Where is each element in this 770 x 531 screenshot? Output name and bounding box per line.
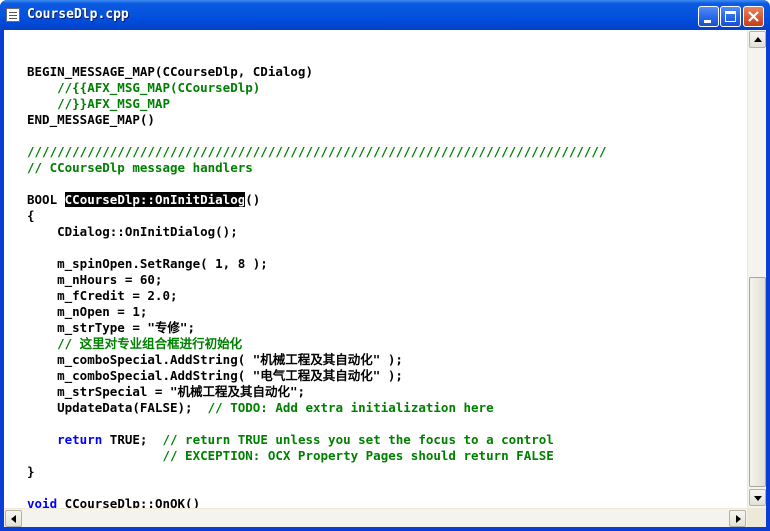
code-line[interactable]: m_nOpen = 1; xyxy=(27,304,147,320)
code-line[interactable]: return TRUE; // return TRUE unless you s… xyxy=(27,432,554,448)
scrollbar-corner xyxy=(747,508,766,527)
minimize-icon xyxy=(704,20,711,23)
code-line[interactable]: void CCourseDlp::OnOK() xyxy=(27,496,200,508)
client-area: BEGIN_MESSAGE_MAP(CCourseDlp, CDialog) /… xyxy=(4,30,766,527)
code-text: BOOL xyxy=(27,192,65,207)
code-line[interactable]: CDialog::OnInitDialog(); xyxy=(27,224,238,240)
arrow-left-icon xyxy=(11,515,16,523)
scroll-up-button[interactable] xyxy=(749,31,766,48)
title-bar[interactable]: CourseDlp.cpp xyxy=(0,0,770,30)
scroll-left-button[interactable] xyxy=(5,510,22,527)
editor-window: CourseDlp.cpp BEGIN_MESSAGE_MAP(CCourseD… xyxy=(0,0,770,531)
code-line[interactable]: UpdateData(FALSE); // TODO: Add extra in… xyxy=(27,400,494,416)
vertical-scrollbar[interactable] xyxy=(747,30,766,508)
code-line[interactable]: m_nHours = 60; xyxy=(27,272,162,288)
code-line[interactable]: ////////////////////////////////////////… xyxy=(27,144,606,160)
code-line[interactable]: // EXCEPTION: OCX Property Pages should … xyxy=(27,448,553,464)
code-line[interactable]: // CCourseDlp message handlers xyxy=(27,160,253,176)
code-line[interactable]: //}}AFX_MSG_MAP xyxy=(27,96,170,112)
horizontal-scrollbar[interactable] xyxy=(4,508,747,527)
code-line[interactable]: { xyxy=(27,208,35,224)
code-text: CCourseDlp::OnOK() xyxy=(57,496,201,508)
code-keyword: void xyxy=(27,496,58,508)
scroll-right-button[interactable] xyxy=(729,510,746,527)
code-line[interactable]: // 这里对专业组合框进行初始化 xyxy=(27,336,242,352)
code-line[interactable]: } xyxy=(27,464,35,480)
code-keyword: return xyxy=(57,432,103,447)
scroll-down-button[interactable] xyxy=(749,489,766,506)
code-line[interactable]: m_strType = "专修"; xyxy=(27,320,195,336)
arrow-right-icon xyxy=(736,515,741,523)
maximize-icon xyxy=(725,11,736,22)
code-line[interactable]: //{{AFX_MSG_MAP(CCourseDlp) xyxy=(27,80,260,96)
maximize-button[interactable] xyxy=(720,6,741,27)
arrow-down-icon xyxy=(754,496,762,501)
code-text: TRUE; xyxy=(102,432,163,447)
minimize-button[interactable] xyxy=(698,6,719,27)
window-title: CourseDlp.cpp xyxy=(27,7,129,22)
code-line[interactable]: m_comboSpecial.AddString( "机械工程及其自动化" ); xyxy=(27,352,403,368)
selected-text: CCourseDlp::OnInitDialog xyxy=(64,192,246,207)
code-line[interactable]: m_comboSpecial.AddString( "电气工程及其自动化" ); xyxy=(27,368,403,384)
close-icon xyxy=(748,11,759,22)
code-line[interactable]: END_MESSAGE_MAP() xyxy=(27,112,155,128)
document-icon[interactable] xyxy=(6,8,20,22)
code-line[interactable]: m_strSpecial = "机械工程及其自动化"; xyxy=(27,384,305,400)
code-line[interactable]: m_spinOpen.SetRange( 1, 8 ); xyxy=(27,256,268,272)
code-comment: // return TRUE unless you set the focus … xyxy=(162,432,554,447)
code-editor[interactable]: BEGIN_MESSAGE_MAP(CCourseDlp, CDialog) /… xyxy=(4,30,747,508)
scroll-thumb[interactable] xyxy=(749,277,766,487)
code-line[interactable]: BOOL CCourseDlp::OnInitDialog() xyxy=(27,192,260,208)
code-line[interactable]: BEGIN_MESSAGE_MAP(CCourseDlp, CDialog) xyxy=(27,64,313,80)
close-button[interactable] xyxy=(743,6,764,27)
code-line[interactable]: m_fCredit = 2.0; xyxy=(27,288,177,304)
arrow-up-icon xyxy=(754,37,762,42)
code-text: () xyxy=(245,192,261,207)
code-comment: // TODO: Add extra initialization here xyxy=(207,400,494,415)
code-text: UpdateData(FALSE); xyxy=(27,400,208,415)
